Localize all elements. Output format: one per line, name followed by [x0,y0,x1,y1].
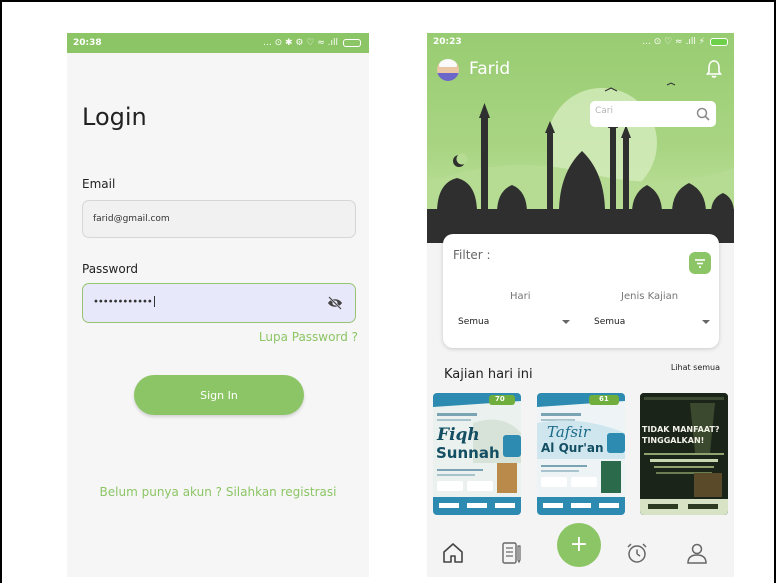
poster-title-line2: Sunnah [436,444,500,462]
see-all-link[interactable]: Lihat semua [671,363,720,372]
filter-icon [695,259,705,268]
poster-badge: 61 [599,395,609,403]
filter-button[interactable] [689,252,711,274]
status-bar: 20:38 ... ⊙ ✱ ⚙ ♡ ≈ .ıll [67,33,369,53]
filter-jenis-label: Jenis Kajian [621,291,679,302]
home-screen: 20:23 ... ⊙ ♡ ≈ .ıll ⚡ Farid Cari Filter… [427,33,734,577]
status-icons: ... ⊙ ♡ ≈ .ıll ⚡ [642,37,728,47]
poster-badge: 70 [495,395,505,403]
status-time: 20:38 [73,38,102,48]
email-label: Email [82,177,116,191]
search-input[interactable]: Cari [590,101,716,127]
avatar-cap [439,59,457,67]
poster-title-line1: Tafsir [547,423,591,441]
register-link[interactable]: Belum punya akun ? Silahkan registrasi [67,485,369,499]
eye-slash-icon[interactable] [327,296,343,310]
password-field[interactable]: •••••••••••• [82,283,356,323]
search-placeholder: Cari [595,106,613,116]
chevron-down-icon [562,320,570,324]
poster-title-line2: Al Qur'an [541,441,604,455]
home-icon[interactable] [441,541,465,565]
hari-select-value: Semua [458,317,490,327]
avatar-body [437,73,459,81]
filter-hari-label: Hari [510,291,531,302]
battery-icon [343,39,361,47]
chevron-down-icon [702,320,710,324]
status-icon-glyphs: ... ⊙ ♡ ≈ .ıll ⚡ [642,37,705,47]
login-screen: 20:38 ... ⊙ ✱ ⚙ ♡ ≈ .ıll Login Email far… [67,33,369,577]
hari-select[interactable]: Semua [458,317,570,327]
poster-art [640,393,728,515]
section-title: Kajian hari ini [444,367,533,382]
kajian-poster-tafsir[interactable]: 61 Tafsir Al Qur'an [537,393,625,515]
notes-icon[interactable] [499,541,523,565]
text-cursor [153,296,155,307]
page-title: Login [82,103,147,131]
password-value: •••••••••••• [93,296,153,308]
user-name: Farid [469,59,511,79]
poster-title-line2: TINGGALKAN! [642,436,705,445]
bell-icon[interactable] [706,59,722,79]
jenis-kajian-select[interactable]: Semua [594,317,710,327]
filter-card: Filter : Hari Jenis Kajian Semua Semua [443,234,719,348]
kajian-poster-fiqh[interactable]: 70 Fiqh Sunnah [433,393,521,515]
kajian-poster-tidak-manfaat[interactable]: TIDAK MANFAAT? TINGGALKAN! [640,393,728,515]
password-label: Password [82,262,139,276]
email-field[interactable]: farid@gmail.com [82,200,356,238]
jenis-select-value: Semua [594,317,626,327]
alarm-icon[interactable] [625,541,649,565]
avatar[interactable] [437,59,459,81]
sign-in-button[interactable]: Sign In [134,375,304,415]
filter-label: Filter : [453,248,491,262]
profile-icon[interactable] [685,541,709,565]
status-bar: 20:23 ... ⊙ ♡ ≈ .ıll ⚡ [427,33,734,51]
forgot-password-link[interactable]: Lupa Password ? [259,330,358,344]
status-time: 20:23 [433,37,462,47]
poster-title-line1: TIDAK MANFAAT? [642,425,720,434]
status-icon-glyphs: ... ⊙ ✱ ⚙ ♡ ≈ .ıll [263,38,338,48]
status-icons: ... ⊙ ✱ ⚙ ♡ ≈ .ıll [263,38,361,48]
poster-title-line1: Fiqh [437,425,480,445]
add-button[interactable]: + [557,523,601,567]
search-icon[interactable] [696,107,710,121]
battery-icon [710,38,728,46]
